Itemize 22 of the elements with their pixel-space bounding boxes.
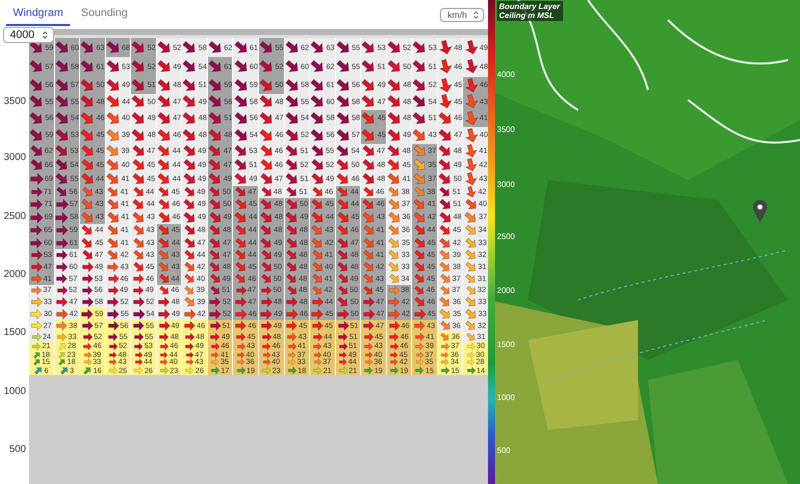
legend-label: 2500 (497, 232, 515, 242)
altitude-label: 2500 (4, 211, 26, 223)
legend-label: 4000 (497, 70, 515, 80)
legend-label: 1000 (497, 393, 515, 403)
legend-label: 500 (497, 446, 510, 456)
altitude-label: 2000 (4, 269, 26, 281)
chevron-icon (473, 11, 479, 19)
legend-label: 3500 (497, 125, 515, 135)
altitude-label: 500 (9, 444, 26, 456)
altitude-label: 3000 (4, 152, 26, 164)
altitude-label: 3500 (4, 96, 26, 108)
legend-label: 1500 (497, 340, 515, 350)
chevron-icon (42, 31, 48, 39)
legend-title: Boundary Layer Ceiling m MSL (497, 1, 563, 21)
legend-label: 3000 (497, 180, 515, 190)
tab[interactable]: Sounding (74, 3, 135, 26)
unit-select[interactable]: km/h (440, 8, 484, 22)
altitude-label: 1500 (4, 327, 26, 339)
altitude-select[interactable]: 4000 (3, 27, 54, 43)
map-pin-icon (753, 200, 767, 222)
legend-label: 2000 (497, 286, 515, 296)
altitude-label: 1000 (4, 386, 26, 398)
